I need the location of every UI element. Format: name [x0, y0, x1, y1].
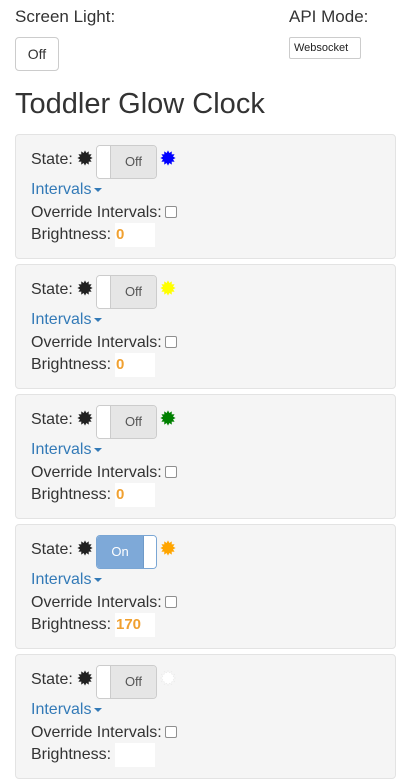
state-label: State:	[31, 281, 73, 298]
light-card: State: Off Intervals Override Intervals:…	[15, 394, 396, 519]
intervals-label: Intervals	[31, 571, 92, 588]
light-card: State: On Intervals Override Intervals: …	[15, 524, 396, 649]
override-intervals-checkbox[interactable]	[165, 336, 177, 348]
state-label: State:	[31, 151, 73, 168]
override-intervals-label: Override Intervals:	[31, 724, 162, 741]
override-intervals-label: Override Intervals:	[31, 334, 162, 351]
state-toggle[interactable]: Off	[96, 145, 157, 179]
color-sun-icon[interactable]	[160, 670, 176, 686]
state-toggle-label: Off	[110, 406, 156, 438]
sun-icon	[77, 410, 93, 426]
override-intervals-label: Override Intervals:	[31, 204, 162, 221]
sun-icon	[77, 540, 93, 556]
brightness-value[interactable]: 0	[115, 353, 155, 377]
color-sun-icon[interactable]	[160, 150, 176, 166]
intervals-dropdown[interactable]: Intervals	[31, 571, 103, 589]
intervals-label: Intervals	[31, 181, 92, 198]
color-sun-icon[interactable]	[160, 540, 176, 556]
toggle-handle[interactable]	[143, 536, 156, 568]
api-mode-select[interactable]: Websocket	[289, 37, 361, 59]
brightness-value[interactable]: 0	[115, 223, 155, 247]
toggle-handle[interactable]	[97, 406, 110, 438]
state-toggle[interactable]: Off	[96, 275, 157, 309]
color-sun-icon[interactable]	[160, 410, 176, 426]
brightness-label: Brightness:	[31, 616, 112, 633]
state-label: State:	[31, 411, 73, 428]
state-toggle-label: On	[97, 536, 143, 568]
toggle-handle[interactable]	[97, 276, 110, 308]
state-toggle[interactable]: Off	[96, 405, 157, 439]
override-intervals-checkbox[interactable]	[165, 726, 177, 738]
state-toggle-label: Off	[110, 276, 156, 308]
state-label: State:	[31, 671, 73, 688]
caret-down-icon	[94, 187, 103, 192]
intervals-label: Intervals	[31, 311, 92, 328]
brightness-label: Brightness:	[31, 226, 112, 243]
state-toggle[interactable]: Off	[96, 665, 157, 699]
toggle-handle[interactable]	[97, 666, 110, 698]
light-card: State: Off Intervals Override Intervals:…	[15, 264, 396, 389]
state-toggle-label: Off	[110, 146, 156, 178]
brightness-label: Brightness:	[31, 746, 112, 763]
state-toggle-label: Off	[110, 666, 156, 698]
intervals-dropdown[interactable]: Intervals	[31, 441, 103, 459]
light-list: State: Off Intervals Override Intervals:…	[15, 134, 396, 784]
light-card: State: Off Intervals Override Intervals:…	[15, 654, 396, 779]
override-intervals-checkbox[interactable]	[165, 466, 177, 478]
override-intervals-label: Override Intervals:	[31, 464, 162, 481]
page-title: Toddler Glow Clock	[15, 88, 265, 120]
caret-down-icon	[94, 317, 103, 322]
brightness-label: Brightness:	[31, 486, 112, 503]
toggle-handle[interactable]	[97, 146, 110, 178]
brightness-value[interactable]	[115, 743, 155, 767]
override-intervals-label: Override Intervals:	[31, 594, 162, 611]
caret-down-icon	[94, 447, 103, 452]
override-intervals-checkbox[interactable]	[165, 596, 177, 608]
sun-icon	[77, 150, 93, 166]
intervals-label: Intervals	[31, 701, 92, 718]
state-label: State:	[31, 541, 73, 558]
caret-down-icon	[94, 577, 103, 582]
screen-light-label: Screen Light:	[15, 7, 116, 26]
brightness-value[interactable]: 0	[115, 483, 155, 507]
brightness-label: Brightness:	[31, 356, 112, 373]
light-card: State: Off Intervals Override Intervals:…	[15, 134, 396, 259]
caret-down-icon	[94, 707, 103, 712]
brightness-value[interactable]: 170	[115, 613, 155, 637]
intervals-label: Intervals	[31, 441, 92, 458]
sun-icon	[77, 280, 93, 296]
state-toggle[interactable]: On	[96, 535, 157, 569]
sun-icon	[77, 670, 93, 686]
intervals-dropdown[interactable]: Intervals	[31, 701, 103, 719]
color-sun-icon[interactable]	[160, 280, 176, 296]
intervals-dropdown[interactable]: Intervals	[31, 181, 103, 199]
api-mode-label: API Mode:	[289, 7, 369, 26]
screen-light-toggle[interactable]: Off	[15, 37, 59, 71]
override-intervals-checkbox[interactable]	[165, 206, 177, 218]
intervals-dropdown[interactable]: Intervals	[31, 311, 103, 329]
